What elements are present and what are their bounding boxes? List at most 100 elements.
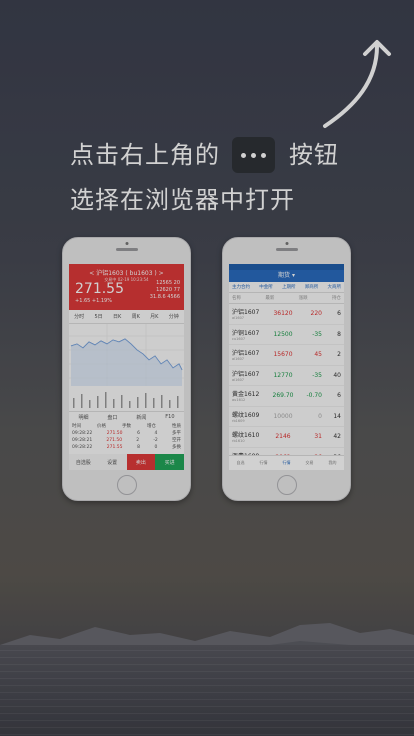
contract-change: 45 [314, 351, 322, 359]
trade-cell: 09:28:22 [72, 431, 93, 436]
trade-cell: 8 [137, 445, 140, 450]
trade-cell: 4 [154, 431, 158, 436]
phone-camera [125, 242, 128, 245]
col-header: 增仓 [147, 424, 156, 429]
phone-home-button [276, 475, 297, 495]
tab-depth: 盘口 [107, 415, 118, 421]
contract-change: 220 [310, 310, 322, 318]
contract-name: 黄金1612 au1612 [232, 391, 260, 403]
nav-item: 交易 [305, 460, 314, 465]
contract-name: 沪铝1607 al1607 [232, 350, 260, 362]
tab-exchange: 上期所 [282, 285, 296, 290]
contract-name: 螺纹1609 rb1609 [232, 411, 260, 423]
contract-volume: 14 [333, 412, 341, 420]
contract-name: 沪铝1607 al1607 [232, 370, 260, 382]
tab-exchange: 中金所 [259, 285, 273, 290]
nav-item: 自选 [236, 460, 245, 465]
phone-camera [285, 242, 288, 245]
tab-period: 日K [112, 314, 122, 320]
phone-speaker [275, 248, 298, 251]
contract-volume: 8 [337, 330, 341, 338]
contract-name: 螺纹1610 rb1610 [232, 432, 260, 444]
bottom-settings: 设置 [97, 454, 127, 470]
phone-mockup-right: 期货 ▾ 主力合约 中金所 上期所 郑商所 大商所 名称 最新 涨跌 持仓 沪铝… [222, 237, 351, 501]
tab-period: 分钟 [168, 314, 179, 320]
contract-price: 12500 [273, 330, 293, 338]
curved-arrow-icon [323, 40, 391, 128]
contract-change: -35 [312, 371, 322, 379]
right-bottom-nav: 自选 行情 行情 交易 我的 [229, 455, 344, 470]
contract-volume: 40 [333, 371, 341, 379]
col-price: 最新 [265, 296, 275, 301]
exchange-tabs: 主力合约 中金所 上期所 郑商所 大商所 [229, 282, 344, 293]
quote-stat: 12620 77 [156, 287, 180, 293]
contract-volume: 2 [337, 351, 341, 359]
trade-cell: 2 [136, 438, 140, 443]
futures-header: 期货 ▾ [229, 270, 344, 282]
contract-price: 269.70 [272, 392, 294, 400]
instruction-text-part2: 按钮 [289, 141, 339, 169]
tab-period: 月K [150, 314, 159, 320]
tab-f10: F10 [165, 414, 175, 420]
water-ripples [0, 650, 414, 736]
nav-item: 我的 [328, 460, 337, 465]
trade-header: 时间 价格 手数 增仓 性质 [72, 423, 181, 430]
nav-item: 行情 [259, 460, 268, 465]
col-header: 手数 [122, 424, 131, 429]
nav-item: 行情 [282, 460, 291, 465]
phone-screen-right: 期货 ▾ 主力合约 中金所 上期所 郑商所 大商所 名称 最新 涨跌 持仓 沪铝… [229, 264, 344, 470]
futures-row: 沪铝1607 al1607 15670 45 2 [229, 345, 344, 366]
trade-cell: 271.50 [106, 431, 123, 436]
quote-stat: 12565 20 [156, 280, 180, 286]
chart-period-tabs: 分时 5日 日K 周K 月K 分钟 [69, 310, 184, 324]
more-dots-icon [232, 137, 275, 173]
detail-subtabs: 明细 盘口 新闻 F10 [69, 411, 184, 423]
col-header: 价格 [97, 424, 106, 429]
contract-price: 12770 [273, 371, 293, 379]
instruction-line-1: 点击右上角的 按钮 [70, 137, 339, 173]
futures-row: 沪铝1607 al1607 36120 220 6 [229, 304, 344, 325]
quote-stats: 12565 20 12620 77 31.8.6 4566 [150, 280, 180, 301]
contract-change: 0 [318, 412, 322, 420]
tab-exchange: 主力合约 [232, 285, 250, 290]
quote-stat: 31.8.6 4566 [149, 294, 180, 300]
buy-button: 买进 [155, 454, 184, 470]
futures-row: 沪铜1607 cu1607 12500 -35 8 [229, 325, 344, 345]
contract-volume: 6 [337, 392, 341, 400]
contract-name: 沪铜1607 cu1607 [232, 329, 260, 341]
phone-mockup-left: < 沪铝1603 ( bu1603 ) > 交易中 02-19 10:23:54… [62, 237, 191, 501]
col-change: 涨跌 [298, 296, 308, 301]
tab-exchange: 大商所 [327, 285, 342, 290]
col-name: 名称 [232, 296, 241, 301]
trade-cell: 271.50 [106, 438, 123, 443]
contract-volume: 42 [333, 433, 341, 441]
phone-screen-left: < 沪铝1603 ( bu1603 ) > 交易中 02-19 10:23:54… [69, 264, 184, 470]
futures-list: 沪铝1607 al1607 36120 220 6 沪铜1607 cu1607 12500 -3… [229, 304, 344, 468]
contract-price: 2146 [275, 433, 291, 441]
tab-period: 周K [131, 314, 140, 320]
quote-title: < 沪铝1603 ( bu1603 ) > [89, 270, 164, 277]
futures-row: 沪铝1607 al1607 12770 -35 40 [229, 366, 344, 386]
contract-name: 沪铝1607 al1607 [232, 309, 260, 321]
intraday-chart [69, 324, 184, 408]
trade-row: 09:28:22 271.50 6 4 多平 [72, 430, 181, 437]
contract-volume: 6 [337, 310, 341, 318]
col-header: 时间 [72, 424, 81, 429]
trade-cell: 多平 [171, 431, 181, 436]
quote-change: +1.65 +1.19% [75, 298, 112, 304]
column-headers: 名称 最新 涨跌 持仓 [229, 293, 344, 304]
trade-cell: 6 [137, 431, 140, 436]
contract-change: 31 [314, 433, 322, 441]
tab-period: 分时 [74, 314, 85, 320]
col-volume: 持仓 [331, 296, 341, 301]
tab-period: 5日 [94, 314, 103, 320]
futures-row: 黄金1612 au1612 269.70 -0.70 6 [229, 386, 344, 407]
contract-price: 36120 [273, 310, 293, 318]
quote-price: 271.55 [75, 281, 124, 297]
trade-bottom-bar: 自选股 设置 卖出 买进 [69, 454, 184, 470]
trade-cell: 09:28:21 [72, 438, 93, 443]
trade-cell: 09:28:22 [72, 445, 93, 450]
col-header: 性质 [172, 424, 181, 429]
contract-change: -0.70 [306, 392, 322, 400]
trade-cell: 0 [154, 445, 158, 450]
